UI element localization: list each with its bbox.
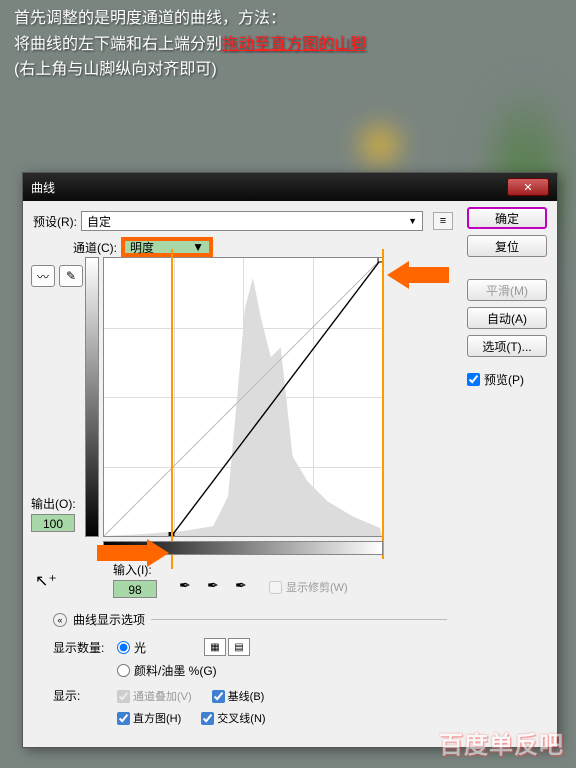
- pencil-tool-icon[interactable]: ✎: [59, 265, 83, 287]
- black-eyedropper-icon[interactable]: ✒: [179, 577, 197, 595]
- channel-combo[interactable]: 明度 ▼: [121, 237, 213, 257]
- instruction-line3: (右上角与山脚纵向对齐即可): [14, 57, 366, 83]
- show-clipping-checkbox[interactable]: 显示修剪(W): [269, 579, 348, 595]
- preset-combo[interactable]: 自定 ▼: [81, 211, 423, 231]
- annotation-vline-right: [382, 249, 384, 559]
- instruction-highlight: 拖动至直方图的山脚: [222, 36, 366, 53]
- grid-large-icon[interactable]: ▤: [228, 638, 250, 656]
- auto-button[interactable]: 自动(A): [467, 307, 547, 329]
- channel-label: 通道(C):: [73, 239, 117, 256]
- dropdown-icon: ▼: [192, 240, 204, 254]
- gray-eyedropper-icon[interactable]: ✒: [207, 577, 225, 595]
- chk-baseline[interactable]: 基线(B): [212, 688, 265, 704]
- chk-histogram[interactable]: 直方图(H): [117, 710, 181, 726]
- annotation-arrow-topright: [387, 261, 449, 289]
- white-eyedropper-icon[interactable]: ✒: [235, 577, 253, 595]
- preset-value: 自定: [87, 213, 111, 230]
- ok-button[interactable]: 确定: [467, 207, 547, 229]
- preset-menu-icon[interactable]: ≡: [433, 212, 453, 230]
- radio-light[interactable]: 光: [117, 639, 146, 656]
- options-title: 曲线显示选项: [73, 611, 145, 628]
- curve-display-disclosure[interactable]: « 曲线显示选项: [53, 611, 447, 628]
- disclosure-icon: «: [53, 613, 67, 627]
- curve-graph[interactable]: [103, 257, 383, 537]
- instruction-line2: 将曲线的左下端和右上端分别拖动至直方图的山脚: [14, 32, 366, 58]
- output-label: 输出(O):: [31, 495, 81, 512]
- output-gradient: [85, 257, 99, 537]
- reset-button[interactable]: 复位: [467, 235, 547, 257]
- channel-value: 明度: [130, 239, 154, 256]
- chk-intersection[interactable]: 交叉线(N): [201, 710, 265, 726]
- dialog-title: 曲线: [31, 179, 55, 196]
- options-button[interactable]: 选项(T)...: [467, 335, 547, 357]
- curve-tool-icon[interactable]: 〰: [31, 265, 55, 287]
- preview-checkbox[interactable]: 预览(P): [467, 371, 547, 388]
- input-label: 输入(I):: [113, 561, 157, 578]
- instruction-text: 首先调整的是明度通道的曲线，方法： 将曲线的左下端和右上端分别拖动至直方图的山脚…: [14, 6, 366, 83]
- curves-dialog: 曲线 ✕ 预设(R): 自定 ▼ ≡ 通道(C): 明度 ▼ 〰 ✎: [22, 172, 558, 748]
- titlebar[interactable]: 曲线 ✕: [23, 173, 557, 201]
- chk-overlay[interactable]: 通道叠加(V): [117, 688, 192, 704]
- input-value[interactable]: 98: [113, 580, 157, 598]
- show-label: 显示:: [53, 687, 109, 704]
- close-button[interactable]: ✕: [507, 178, 549, 196]
- preset-label: 预设(R):: [33, 213, 77, 230]
- curve-line: [104, 258, 382, 536]
- grid-small-icon[interactable]: ▦: [204, 638, 226, 656]
- hand-zoom-tool[interactable]: ↖⁺: [35, 571, 57, 591]
- output-value[interactable]: 100: [31, 514, 75, 532]
- smooth-button[interactable]: 平滑(M): [467, 279, 547, 301]
- annotation-vline-left: [171, 249, 173, 569]
- radio-pigment[interactable]: 颜料/油墨 %(G): [117, 662, 217, 679]
- watermark: 百度单反吧: [439, 725, 564, 760]
- dropdown-icon: ▼: [408, 216, 417, 226]
- amount-label: 显示数量:: [53, 639, 109, 656]
- instruction-line1: 首先调整的是明度通道的曲线，方法：: [14, 6, 366, 32]
